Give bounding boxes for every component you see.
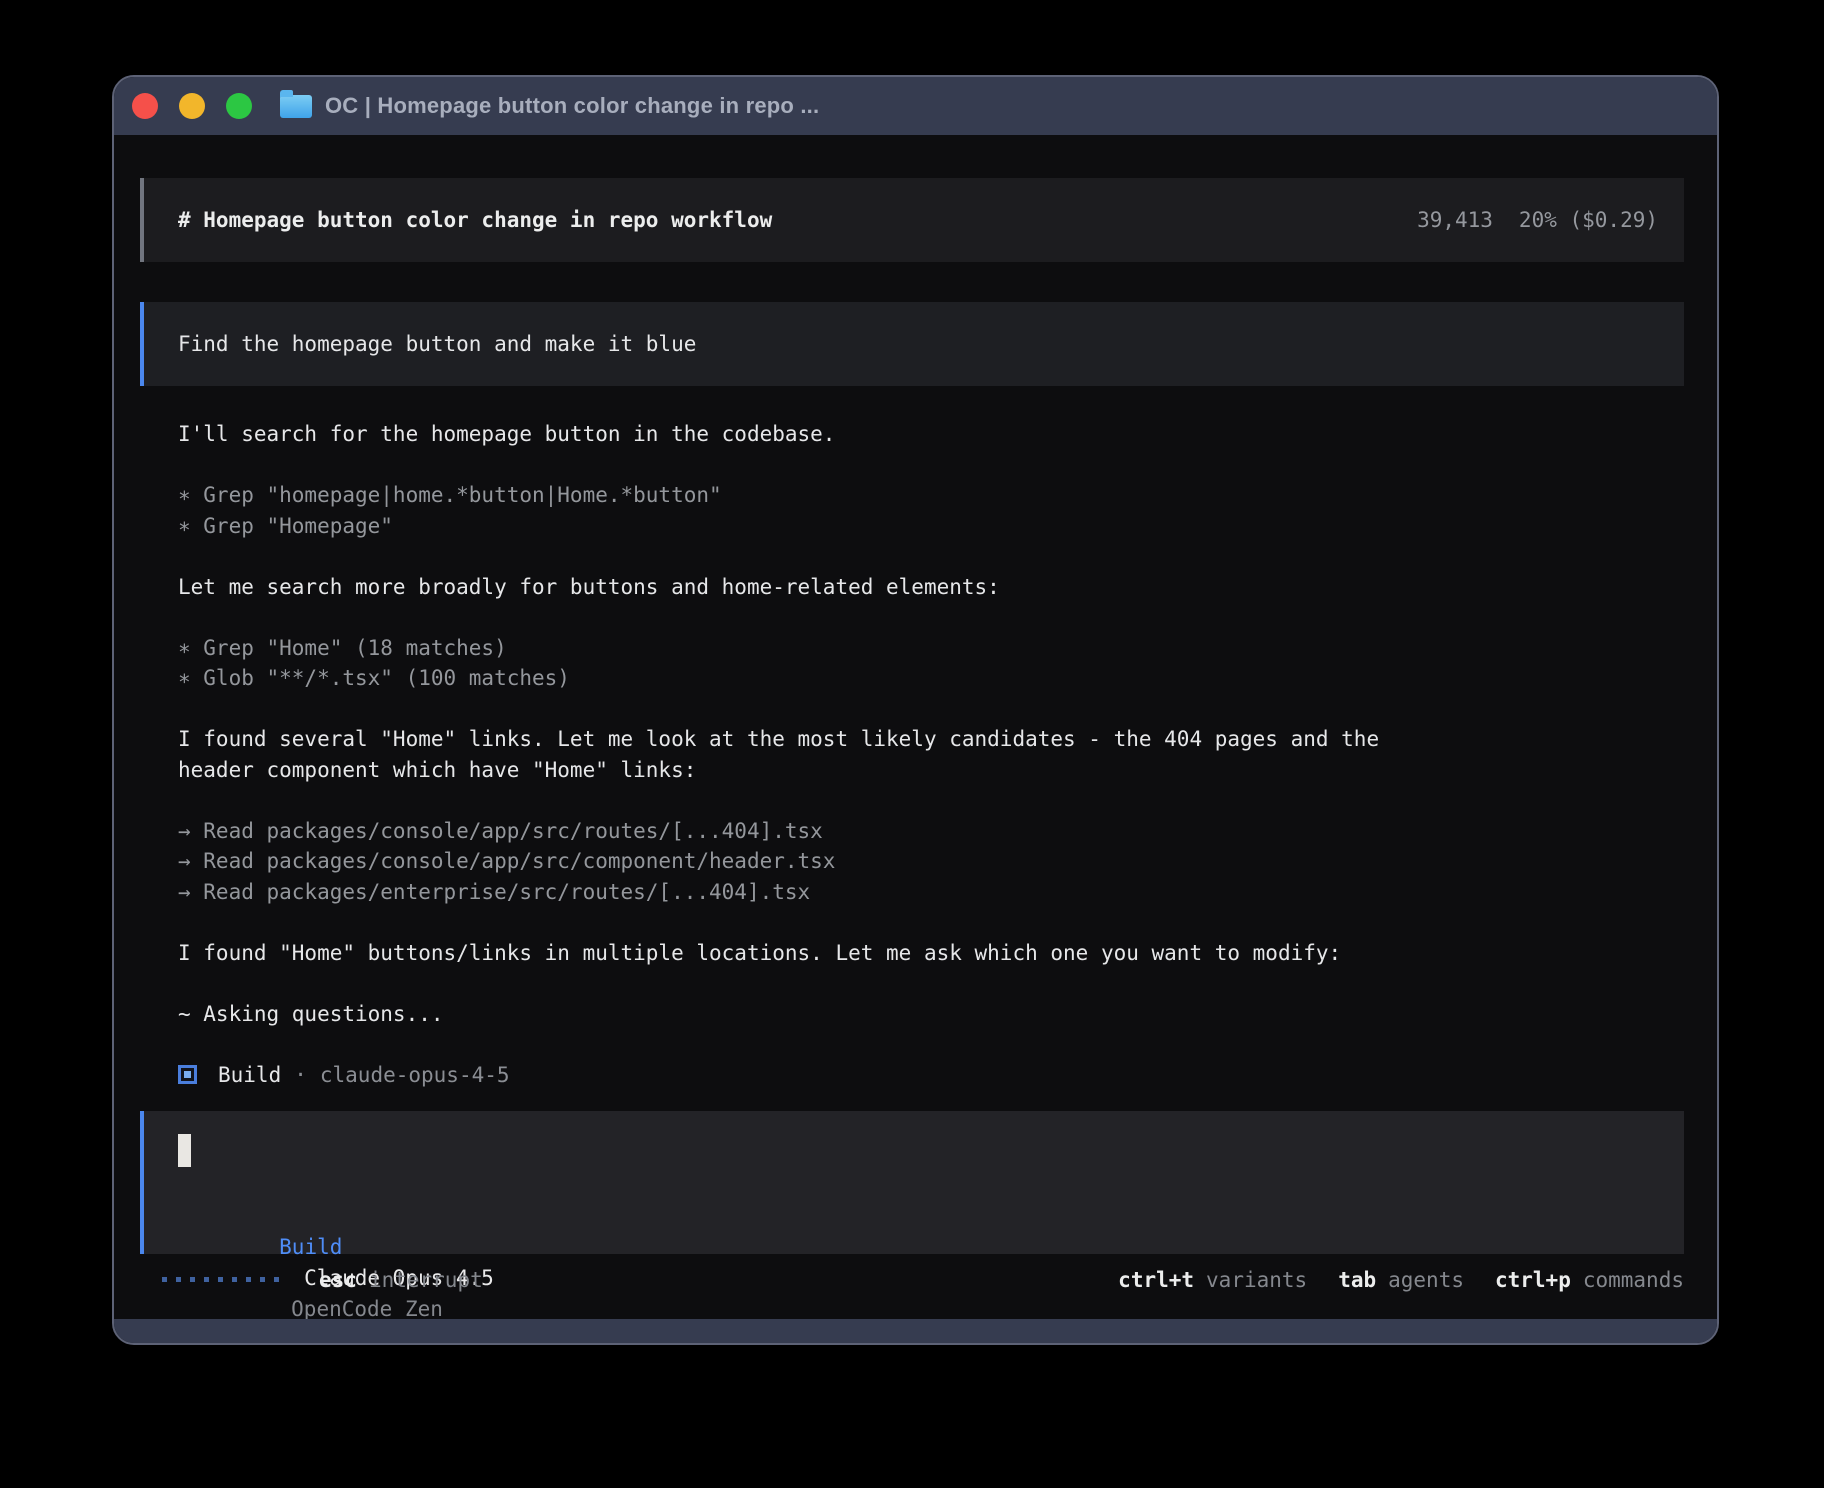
window-titlebar: OC | Homepage button color change in rep… [114,77,1717,135]
terminal-line: ∗ Grep "Homepage" [178,511,1684,542]
terminal-window: OC | Homepage button color change in rep… [112,75,1719,1345]
agent-name: Build [218,1063,281,1087]
blank-line [178,694,1684,725]
spinner-dot [190,1277,195,1282]
terminal-line: → Read packages/enterprise/src/routes/[.… [178,877,1684,908]
spinner-dot [162,1277,167,1282]
commands-hint: ctrl+p commands [1495,1268,1684,1292]
agent-build-icon [178,1065,197,1084]
provider-name: OpenCode Zen [291,1297,443,1319]
spinner-dot [176,1277,181,1282]
terminal-line: I found several "Home" links. Let me loo… [178,724,1684,755]
terminal-line: Let me search more broadly for buttons a… [178,572,1684,603]
traffic-lights [132,93,252,119]
text-cursor [178,1134,191,1167]
terminal-line: → Read packages/console/app/src/routes/[… [178,816,1684,847]
terminal-line: ∗ Grep "Home" (18 matches) [178,633,1684,664]
user-message: Find the homepage button and make it blu… [140,302,1684,386]
blank-line [178,785,1684,816]
agent-status-row: Build · claude-opus-4-5 [140,1060,1684,1091]
terminal-line: → Read packages/console/app/src/componen… [178,846,1684,877]
blank-line [178,968,1684,999]
terminal-line: ~ Asking questions... [178,999,1684,1030]
esc-key-hint: esc [319,1268,357,1292]
blank-line [178,450,1684,481]
blank-line [178,541,1684,572]
terminal-content: # Homepage button color change in repo w… [114,135,1717,1319]
spinner-dot [218,1277,223,1282]
spinner-dot [232,1277,237,1282]
agents-hint-label: agents [1388,1268,1464,1292]
agent-model: claude-opus-4-5 [320,1063,510,1087]
session-stats: 39,413 20% ($0.29) [1417,208,1658,232]
spinner-dots [162,1277,279,1282]
maximize-button[interactable] [226,93,252,119]
spinner-dot [274,1277,279,1282]
folder-icon [280,95,312,118]
variants-hint: ctrl+t variants [1118,1268,1307,1292]
ctrl-t-key-hint: ctrl+t [1118,1268,1194,1292]
window-bottom-bar [114,1319,1717,1343]
blank-line [178,907,1684,938]
status-left: esc interrupt [140,1268,483,1292]
spinner-dot [204,1277,209,1282]
spinner-dot [260,1277,265,1282]
user-message-text: Find the homepage button and make it blu… [178,332,696,356]
spinner-dot [246,1277,251,1282]
terminal-line: ∗ Grep "homepage|home.*button|Home.*butt… [178,480,1684,511]
interrupt-hint-label: interrupt [369,1268,483,1292]
session-title: # Homepage button color change in repo w… [178,208,772,232]
prompt-input[interactable]: Build Claude Opus 4.5 OpenCode Zen [140,1111,1684,1254]
blank-line [178,602,1684,633]
status-right: ctrl+t variants tab agents ctrl+p comman… [1087,1268,1684,1292]
terminal-line: ∗ Glob "**/*.tsx" (100 matches) [178,663,1684,694]
terminal-line: I'll search for the homepage button in t… [178,419,1684,450]
agents-hint: tab agents [1338,1268,1464,1292]
context-usage: 20% ($0.29) [1519,208,1658,232]
agent-separator: · [294,1063,307,1087]
status-bar: esc interrupt ctrl+t variants tab agents… [140,1264,1684,1295]
variants-hint-label: variants [1206,1268,1307,1292]
tab-key-hint: tab [1338,1268,1376,1292]
assistant-output: I'll search for the homepage button in t… [140,419,1684,1029]
terminal-line: header component which have "Home" links… [178,755,1684,786]
session-header: # Homepage button color change in repo w… [140,178,1684,262]
close-button[interactable] [132,93,158,119]
ctrl-p-key-hint: ctrl+p [1495,1268,1571,1292]
window-title: OC | Homepage button color change in rep… [325,93,819,119]
input-meta-row: Build Claude Opus 4.5 OpenCode Zen [178,1201,1684,1232]
token-count: 39,413 [1417,208,1493,232]
minimize-button[interactable] [179,93,205,119]
terminal-line: I found "Home" buttons/links in multiple… [178,938,1684,969]
commands-hint-label: commands [1583,1268,1684,1292]
mode-label[interactable]: Build [279,1235,342,1259]
